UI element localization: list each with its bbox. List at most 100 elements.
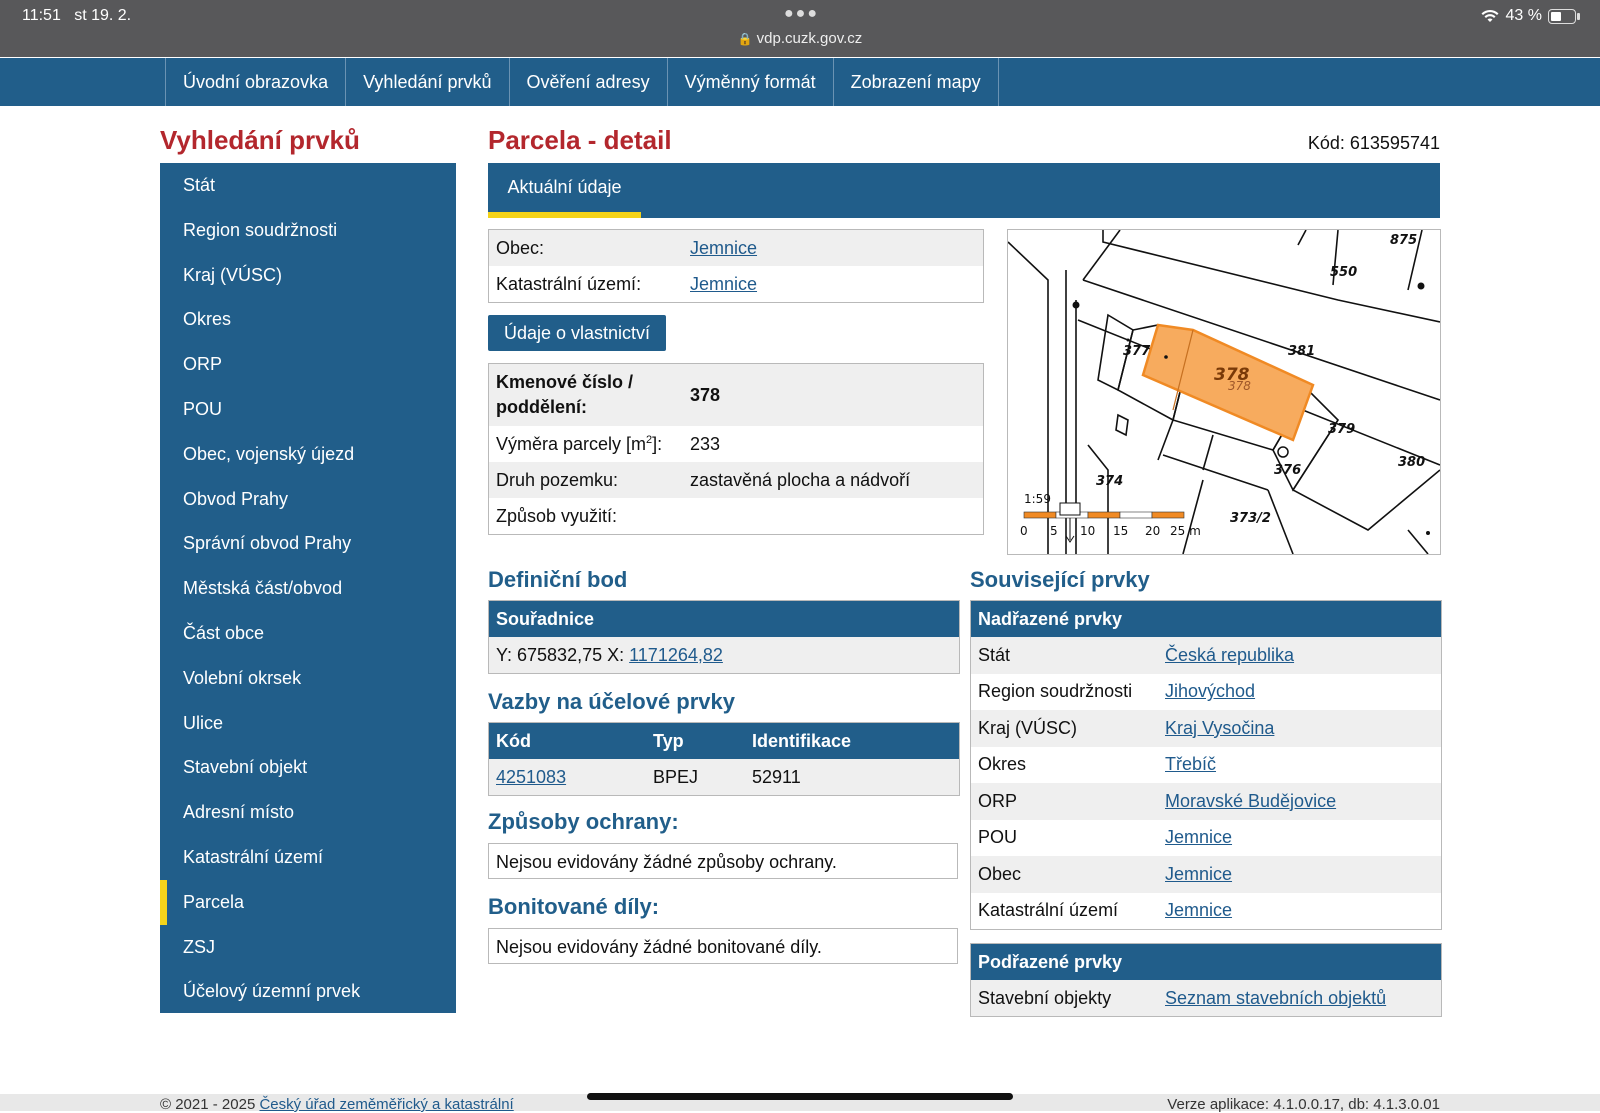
obec-link[interactable]: Jemnice [690, 238, 757, 258]
podrazene-label: Stavební objekty [971, 980, 1158, 1016]
ku-label: Katastrální území: [496, 273, 642, 294]
nadrazene-link-ku[interactable]: Jemnice [1165, 900, 1232, 920]
cadastral-map[interactable]: 875 550 377 378 378 381 379 376 380 374 … [1007, 229, 1441, 555]
sidebar-item-stat[interactable]: Stát [160, 163, 456, 208]
podrazene-link[interactable]: Seznam stavebních objektů [1165, 988, 1386, 1008]
souvisejici-title: Související prvky [970, 567, 1150, 592]
page-title: Parcela - detail [488, 125, 672, 155]
nadrazene-link-okres[interactable]: Třebíč [1165, 754, 1216, 774]
sidebar-item-orp[interactable]: ORP [160, 342, 456, 387]
kmenove-label: Kmenové číslo / poddělení: [489, 364, 683, 426]
nadrazene-link-kraj[interactable]: Kraj Vysočina [1165, 718, 1274, 738]
top-navigation: Úvodní obrazovka Vyhledání prvků Ověření… [0, 58, 1600, 106]
map-sublabel-378: 378 [1228, 379, 1251, 393]
nadrazene-label-okres: Okres [978, 754, 1027, 775]
sidebar-item-parcela[interactable]: Parcela [160, 879, 456, 925]
scale-tick-5: 5 [1050, 524, 1058, 538]
sidebar-item-zsj[interactable]: ZSJ [160, 925, 456, 970]
map-drawing: 875 550 377 378 378 381 379 376 380 374 … [1008, 230, 1440, 554]
nav-item-zobrazeni-mapy[interactable]: Zobrazení mapy [834, 58, 999, 106]
scale-tick-15: 15 [1113, 524, 1128, 538]
nadrazene-table: Nadřazené prvky Stát Česká republika Regi… [970, 600, 1442, 930]
map-label-379: 379 [1328, 422, 1355, 437]
sidebar-item-ulice[interactable]: Ulice [160, 701, 456, 746]
bonitovane-text: Nejsou evidovány žádné bonitované díly. [488, 928, 958, 964]
more-dots-icon[interactable]: ●●● [784, 5, 819, 23]
ochrana-text: Nejsou evidovány žádné způsoby ochrany. [488, 843, 958, 879]
ownership-button[interactable]: Údaje o vlastnictví [488, 315, 666, 351]
vazby-identifikace: 52911 [745, 759, 959, 795]
tab-aktualni-udaje[interactable]: Aktuální údaje [488, 163, 641, 218]
vazby-kod-link[interactable]: 4251083 [496, 767, 566, 787]
ku-link[interactable]: Jemnice [690, 274, 757, 294]
parcel-info-table: Kmenové číslo / poddělení: 378 Výměra par… [488, 363, 984, 535]
url-bar[interactable]: 🔒 vdp.cuzk.gov.cz [0, 30, 1600, 47]
nav-item-vymenny-format[interactable]: Výměnný formát [668, 58, 834, 106]
vazby-title: Vazby na účelové prvky [488, 689, 736, 714]
sidebar-item-obvod-prahy[interactable]: Obvod Prahy [160, 477, 456, 522]
nadrazene-link-orp[interactable]: Moravské Budějovice [1165, 791, 1336, 811]
sidebar-item-cast-obce[interactable]: Část obce [160, 611, 456, 656]
bonitovane-title: Bonitované díly: [488, 894, 660, 919]
battery-icon [1548, 8, 1580, 24]
sidebar-item-katastralni-uzemi[interactable]: Katastrální území [160, 835, 456, 880]
druh-label: Druh pozemku: [489, 462, 683, 498]
wifi-icon [1481, 9, 1499, 22]
coordinate-x-link[interactable]: 1171264,82 [629, 645, 723, 665]
nadrazene-label-orp: ORP [971, 783, 1158, 820]
device-status-bar: 11:51 st 19. 2. ●●● 🔒 vdp.cuzk.gov.cz 43 … [0, 0, 1600, 57]
scale-tick-10: 10 [1080, 524, 1095, 538]
url-text: vdp.cuzk.gov.cz [756, 30, 863, 47]
nadrazene-label-region: Region soudržnosti [978, 681, 1133, 702]
lock-icon: 🔒 [737, 32, 753, 46]
nav-item-overeni-adresy[interactable]: Ověření adresy [510, 58, 668, 106]
obec-label: Obec: [489, 230, 683, 266]
footer-cuzk-link[interactable]: Český úřad zeměměřický a katastrální [259, 1096, 513, 1113]
footer-copyright: © 2021 - 2025 Český úřad zeměměřický a k… [160, 1096, 514, 1113]
footer-version: Verze aplikace: 4.1.0.0.17, db: 4.1.3.0.… [1167, 1096, 1440, 1113]
nadrazene-link-region[interactable]: Jihovýchod [1165, 681, 1255, 701]
sidebar-item-stavebni-objekt[interactable]: Stavební objekt [160, 745, 456, 790]
table-row: 4251083 BPEJ 52911 [489, 759, 959, 795]
vazby-col-kod: Kód [489, 723, 646, 759]
nadrazene-link-stat[interactable]: Česká republika [1165, 645, 1294, 665]
nadrazene-link-obec[interactable]: Jemnice [1165, 864, 1232, 884]
nav-item-vyhledani[interactable]: Vyhledání prvků [346, 58, 510, 106]
coordinates-row: Y: 675832,75 X: 1171264,82 [489, 637, 959, 673]
sidebar-item-obec[interactable]: Obec, vojenský újezd [160, 432, 456, 477]
map-scale-bar [1023, 511, 1185, 519]
nadrazene-label-obec: Obec [971, 856, 1158, 893]
vazby-table: Kód Typ Identifikace 4251083 BPEJ 52911 [488, 722, 960, 796]
sidebar-item-okres[interactable]: Okres [160, 297, 456, 342]
scale-tick-20: 20 [1145, 524, 1160, 538]
sidebar-item-region[interactable]: Region soudržnosti [160, 208, 456, 253]
sidebar-item-pou[interactable]: POU [160, 387, 456, 432]
sidebar-item-spravni-obvod[interactable]: Správní obvod Prahy [160, 521, 456, 566]
coordinates-header: Souřadnice [489, 601, 959, 637]
tab-bar: Aktuální údaje [488, 163, 1440, 218]
nadrazene-header: Nadřazené prvky [971, 601, 1441, 637]
nadrazene-link-pou[interactable]: Jemnice [1165, 827, 1232, 847]
sidebar-item-kraj[interactable]: Kraj (VÚSC) [160, 253, 456, 298]
map-label-875: 875 [1390, 233, 1417, 248]
podrazene-header: Podřazené prvky [971, 944, 1441, 980]
kmenove-value: 378 [683, 364, 983, 426]
vazby-typ: BPEJ [646, 759, 745, 795]
sidebar-title: Vyhledání prvků [160, 125, 360, 155]
sidebar-item-volebni-okrsek[interactable]: Volební okrsek [160, 656, 456, 701]
sidebar-item-mestska-cast[interactable]: Městská část/obvod [160, 566, 456, 611]
map-label-373-2: 373/2 [1230, 511, 1271, 526]
zpusob-value [683, 498, 983, 534]
nav-item-uvod[interactable]: Úvodní obrazovka [166, 58, 347, 106]
map-label-380: 380 [1398, 455, 1425, 470]
scale-tick-0: 0 [1020, 524, 1028, 538]
status-right: 43 % [1480, 7, 1580, 25]
sidebar-item-ucelovy-prvek[interactable]: Účelový územní prvek [160, 969, 456, 1014]
nadrazene-label-pou: POU [978, 827, 1018, 848]
map-label-374: 374 [1096, 474, 1123, 489]
map-marker-icon [1059, 502, 1081, 543]
home-indicator[interactable] [587, 1093, 1013, 1100]
status-time: 11:51 st 19. 2. [22, 7, 132, 24]
sidebar-item-adresni-misto[interactable]: Adresní místo [160, 790, 456, 835]
map-label-550: 550 [1330, 265, 1357, 280]
